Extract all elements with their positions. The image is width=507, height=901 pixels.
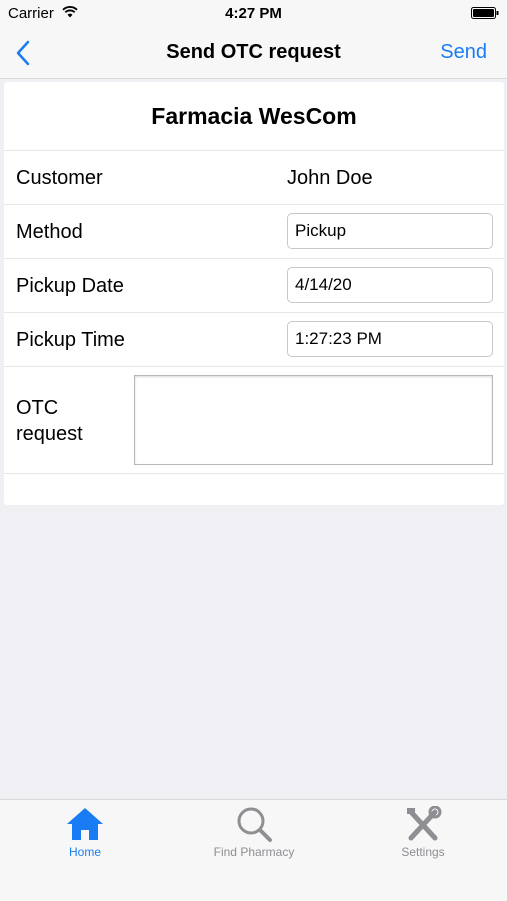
- customer-row: Customer John Doe: [4, 151, 504, 205]
- customer-value: John Doe: [287, 167, 373, 189]
- pickup-time-field[interactable]: 1:27:23 PM: [287, 321, 493, 357]
- page-title: Send OTC request: [166, 41, 341, 63]
- otc-request-label: OTC request: [16, 395, 83, 447]
- method-label: Method: [16, 221, 83, 243]
- tab-find-pharmacy-label: Find Pharmacy: [213, 845, 295, 859]
- otc-request-textarea[interactable]: [134, 375, 493, 465]
- clock: 4:27 PM: [225, 5, 282, 22]
- status-bar: Carrier 4:27 PM: [0, 0, 507, 28]
- pickup-date-label: Pickup Date: [16, 275, 124, 297]
- otc-request-label-line1: OTC: [16, 397, 59, 419]
- tab-home[interactable]: Home: [15, 806, 155, 859]
- pharmacy-name: Farmacia WesCom: [4, 82, 504, 151]
- otc-request-label-line2: request: [16, 423, 83, 445]
- search-icon: [237, 807, 272, 842]
- otc-request-form: Farmacia WesCom Customer John Doe Method…: [4, 82, 504, 505]
- tab-settings[interactable]: Settings: [353, 806, 493, 859]
- tab-bar: Home Find Pharmacy Settings: [0, 799, 507, 901]
- pickup-date-field[interactable]: 4/14/20: [287, 267, 493, 303]
- pickup-time-label: Pickup Time: [16, 329, 125, 351]
- tab-settings-label: Settings: [401, 845, 445, 859]
- battery-icon: [471, 7, 499, 19]
- customer-label: Customer: [16, 167, 103, 189]
- tab-find-pharmacy[interactable]: Find Pharmacy: [184, 806, 324, 859]
- pickup-time-row: Pickup Time 1:27:23 PM: [4, 313, 504, 367]
- home-icon: [67, 808, 103, 840]
- otc-request-row: OTC request: [4, 367, 504, 474]
- tools-icon: [407, 806, 442, 841]
- send-button[interactable]: Send: [440, 41, 487, 64]
- pickup-date-row: Pickup Date 4/14/20: [4, 259, 504, 313]
- tab-home-label: Home: [68, 845, 101, 859]
- navigation-bar: Send OTC request Send: [0, 28, 507, 79]
- method-field[interactable]: Pickup: [287, 213, 493, 249]
- method-row: Method Pickup: [4, 205, 504, 259]
